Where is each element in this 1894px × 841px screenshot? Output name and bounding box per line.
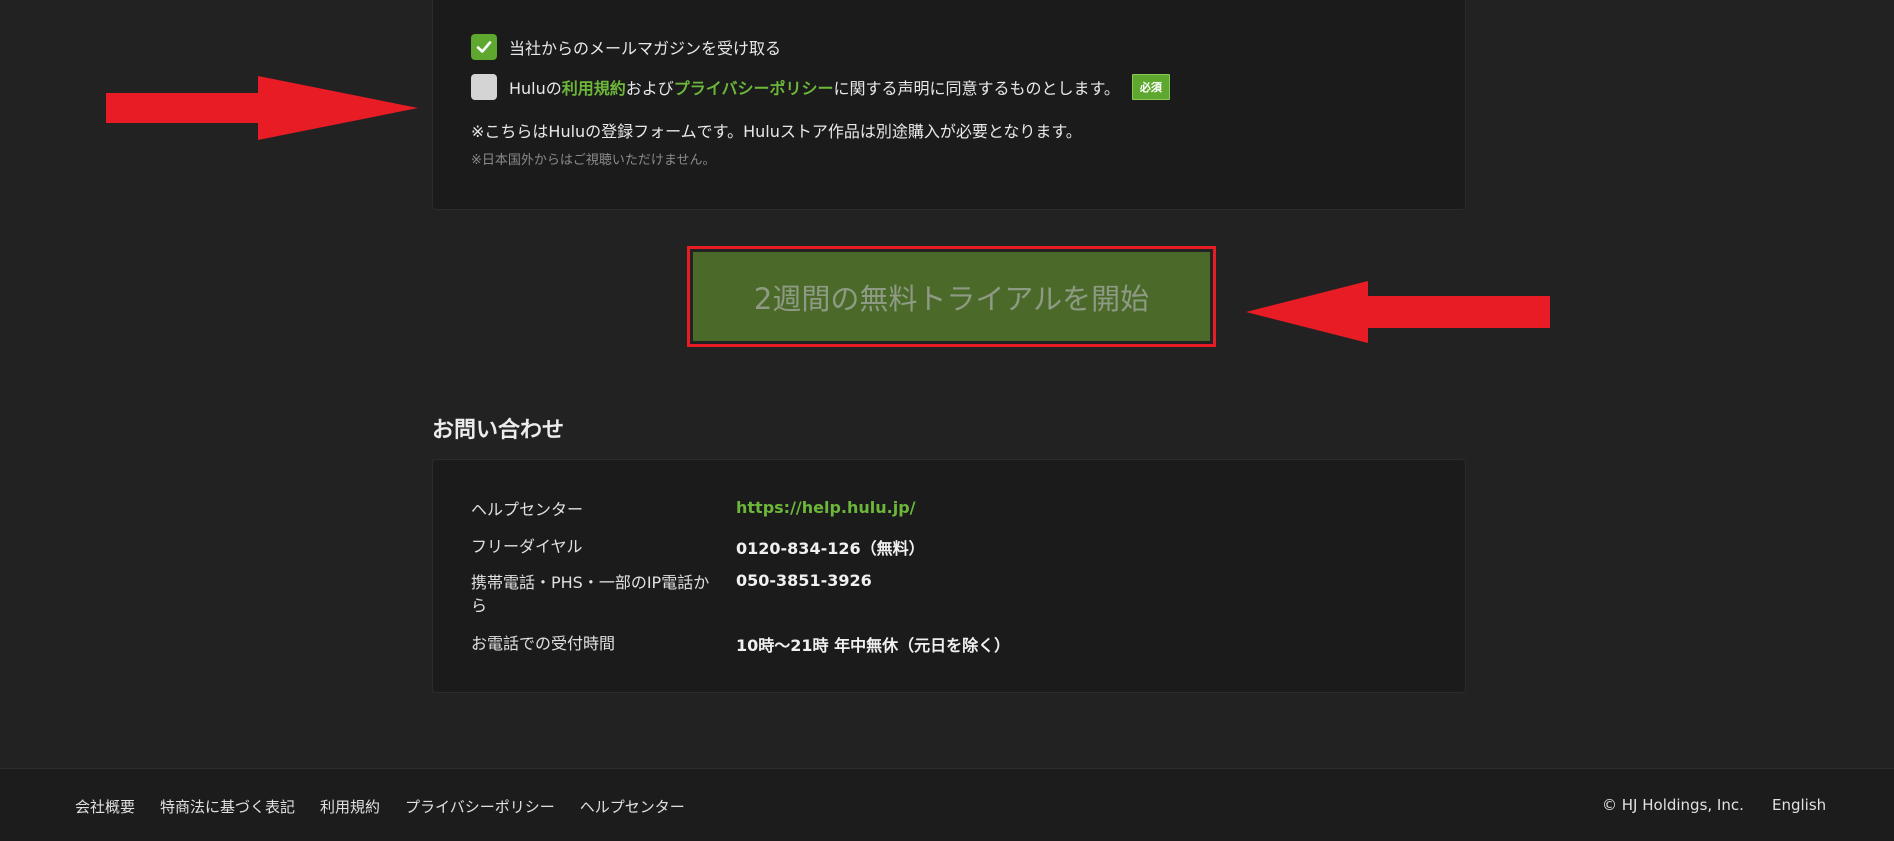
required-badge: 必須 (1131, 74, 1170, 100)
terms-text-3: に関する声明に同意するものとします。 (833, 79, 1120, 98)
page: 当社からのメールマガジンを受け取る Huluの利用規約およびプライバシーポリシー… (0, 0, 1894, 841)
contact-heading: お問い合わせ (432, 418, 565, 443)
footer: 会社概要 特商法に基づく表記 利用規約 プライバシーポリシー ヘルプセンター ©… (0, 768, 1894, 841)
mobile-number: 050-3851-3926 (736, 571, 872, 590)
language-english-link[interactable]: English (1772, 796, 1826, 814)
footer-link-help-center[interactable]: ヘルプセンター (580, 796, 685, 817)
trial-button-highlight: 2週間の無料トライアルを開始 (687, 246, 1216, 347)
help-center-link[interactable]: https://help.hulu.jp/ (736, 498, 916, 517)
terms-text-2: および (625, 79, 674, 98)
newsletter-row: 当社からのメールマガジンを受け取る (471, 34, 781, 60)
footer-links: 会社概要 特商法に基づく表記 利用規約 プライバシーポリシー ヘルプセンター (75, 796, 710, 817)
free-dial-number: 0120-834-126（無料） (736, 539, 925, 558)
contact-panel: ヘルプセンター https://help.hulu.jp/ フリーダイヤル 01… (432, 459, 1466, 693)
terms-of-service-link[interactable]: 利用規約 (562, 79, 626, 98)
footer-link-commerce-law[interactable]: 特商法に基づく表記 (160, 796, 295, 817)
terms-checkbox[interactable] (471, 74, 497, 100)
copyright: © HJ Holdings, Inc. (1602, 796, 1744, 814)
terms-row: Huluの利用規約およびプライバシーポリシーに関する声明に同意するものとします。… (471, 74, 1170, 100)
region-note: ※日本国外からはご視聴いただけません。 (471, 153, 716, 168)
privacy-policy-link[interactable]: プライバシーポリシー (674, 79, 834, 98)
newsletter-label: 当社からのメールマガジンを受け取る (509, 39, 782, 58)
footer-link-terms[interactable]: 利用規約 (320, 796, 380, 817)
contact-label-help-center: ヘルプセンター (471, 500, 584, 519)
check-icon (476, 41, 492, 53)
terms-label: Huluの利用規約およびプライバシーポリシーに関する声明に同意するものとします。 (509, 75, 1120, 99)
footer-link-company[interactable]: 会社概要 (75, 796, 135, 817)
start-free-trial-button[interactable]: 2週間の無料トライアルを開始 (693, 252, 1210, 341)
arrow-right-icon (106, 76, 418, 140)
terms-text-1: Huluの (509, 79, 562, 98)
registration-form-panel: 当社からのメールマガジンを受け取る Huluの利用規約およびプライバシーポリシー… (432, 0, 1466, 210)
contact-label-mobile: 携帯電話・PHS・一部のIP電話から (471, 573, 710, 615)
footer-link-privacy[interactable]: プライバシーポリシー (405, 796, 555, 817)
contact-hours: 10時～21時 年中無休（元日を除く） (736, 636, 1011, 655)
newsletter-checkbox[interactable] (471, 34, 497, 60)
arrow-left-icon (1246, 281, 1550, 343)
contact-label-free-dial: フリーダイヤル (471, 537, 583, 556)
contact-label-hours: お電話での受付時間 (471, 634, 616, 653)
registration-note: ※こちらはHuluの登録フォームです。Huluストア作品は別途購入が必要となりま… (471, 122, 1082, 141)
